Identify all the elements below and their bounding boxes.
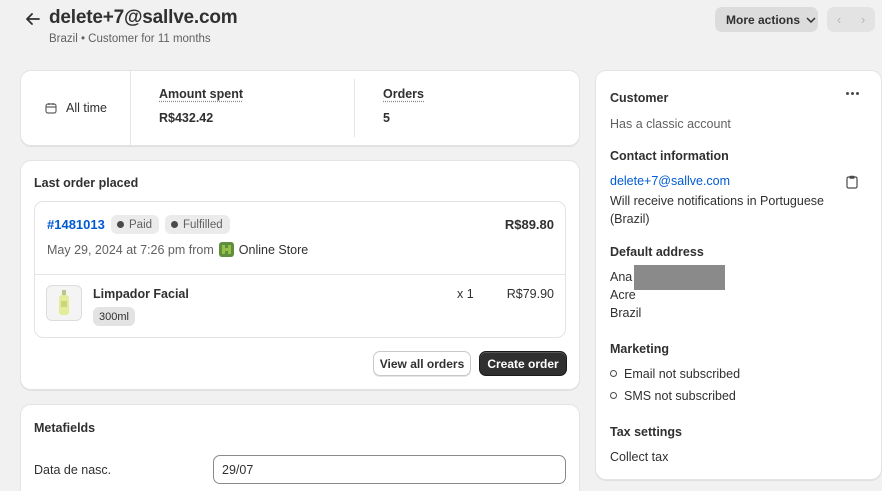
metafields-card: Metafields Data de nasc. 29/07: [20, 404, 580, 491]
orders-value: 5: [383, 111, 390, 125]
orders-stat: Orders 5: [383, 87, 424, 125]
email-marketing-status: Email not subscribed: [610, 367, 740, 381]
sms-marketing-label: SMS not subscribed: [624, 389, 736, 403]
status-dot-icon: [171, 221, 178, 228]
item-quantity: x 1: [457, 287, 474, 301]
store-icon: [218, 242, 234, 257]
metafields-title: Metafields: [34, 421, 96, 435]
view-all-orders-button[interactable]: View all orders: [373, 351, 471, 376]
order-summary: #1481013 Paid Fulfilled R$89.80 May 29, …: [34, 201, 566, 338]
tax-settings-title: Tax settings: [610, 425, 683, 439]
payment-status-badge: Paid: [111, 215, 160, 234]
page-title: delete+7@sallve.com: [49, 7, 238, 28]
order-total: R$89.80: [504, 217, 554, 232]
order-number-link[interactable]: #1481013: [47, 217, 105, 232]
page-subtitle: Brazil • Customer for 11 months: [49, 33, 211, 45]
metafield-label: Data de nasc.: [34, 463, 112, 477]
fulfillment-status-badge: Fulfilled: [165, 215, 230, 234]
chevron-down-icon: [806, 16, 816, 23]
chevron-left-icon[interactable]: ‹: [837, 12, 841, 27]
orders-label: Orders: [383, 87, 424, 101]
item-price: R$79.90: [506, 287, 554, 301]
more-actions-label: More actions: [726, 12, 801, 27]
more-horizontal-icon[interactable]: [844, 87, 860, 99]
page-header: delete+7@sallve.com Brazil • Customer fo…: [0, 0, 882, 60]
last-order-title: Last order placed: [34, 176, 139, 190]
fulfillment-status-label: Fulfilled: [183, 218, 223, 231]
address-state: Acre: [610, 288, 636, 302]
divider: [354, 79, 355, 137]
contact-info-title: Contact information: [610, 149, 729, 163]
status-dot-icon: [117, 221, 124, 228]
email-marketing-label: Email not subscribed: [624, 367, 741, 381]
pagination: ‹ ›: [827, 7, 875, 32]
customer-card: Customer Has a classic account Contact i…: [595, 70, 882, 480]
product-name[interactable]: Limpador Facial: [93, 287, 189, 301]
account-type: Has a classic account: [610, 117, 731, 131]
divider: [35, 274, 565, 275]
metafield-input[interactable]: 29/07: [213, 455, 566, 484]
order-date: May 29, 2024 at 7:26 pm from Online Stor…: [47, 242, 308, 257]
address-name: Ana: [610, 270, 633, 284]
last-order-card: Last order placed #1481013 Paid Fulfille…: [20, 160, 580, 390]
amount-spent-value: R$432.42: [159, 111, 214, 125]
product-thumbnail[interactable]: [46, 285, 82, 321]
redacted-block: [634, 265, 725, 290]
marketing-title: Marketing: [610, 342, 670, 356]
sms-marketing-status: SMS not subscribed: [610, 389, 736, 403]
time-filter-label: All time: [66, 101, 107, 115]
variant-badge: 300ml: [93, 307, 135, 326]
sales-channel: Online Store: [238, 242, 309, 257]
status-circle-icon: [610, 392, 617, 399]
calendar-icon: [45, 103, 57, 114]
chevron-right-icon[interactable]: ›: [861, 12, 865, 27]
notification-language-line1: Will receive notifications in Portuguese: [610, 194, 824, 208]
customer-title: Customer: [610, 91, 669, 105]
status-circle-icon: [610, 370, 617, 377]
amount-spent-stat: Amount spent R$432.42: [159, 87, 243, 125]
stats-card: All time Amount spent R$432.42 Orders 5: [20, 70, 580, 146]
clipboard-icon[interactable]: [846, 175, 858, 189]
order-date-text: May 29, 2024 at 7:26 pm from: [47, 242, 214, 257]
customer-email-link[interactable]: delete+7@sallve.com: [610, 174, 730, 188]
tax-setting-value: Collect tax: [610, 450, 669, 464]
time-filter-button[interactable]: All time: [21, 71, 131, 145]
amount-spent-label: Amount spent: [159, 87, 244, 101]
create-order-button[interactable]: Create order: [479, 351, 567, 376]
default-address-title: Default address: [610, 245, 704, 259]
back-arrow-icon[interactable]: [24, 10, 42, 28]
notification-language-line2: (Brazil): [610, 212, 650, 226]
address-country: Brazil: [610, 306, 642, 320]
payment-status-label: Paid: [129, 218, 153, 231]
more-actions-button[interactable]: More actions: [715, 7, 818, 32]
